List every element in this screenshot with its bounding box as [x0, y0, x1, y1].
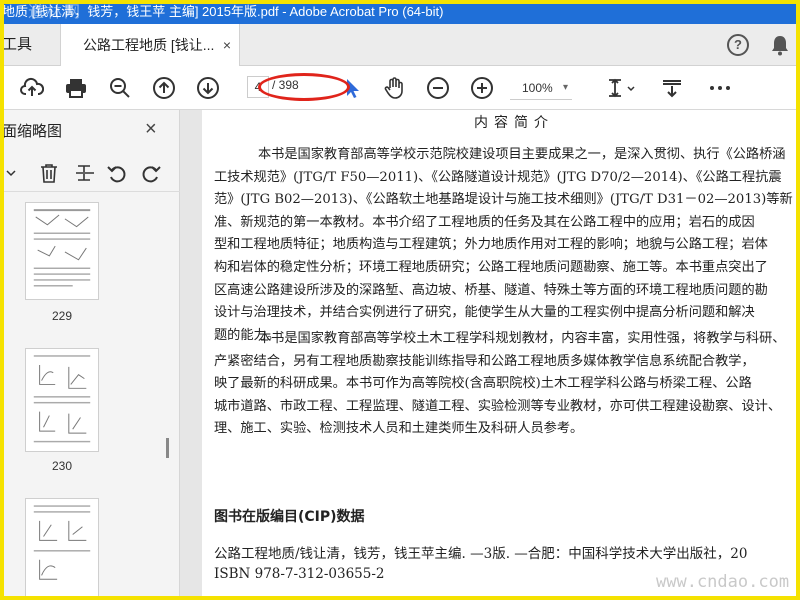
text-line: 城市道路、市政工程、工程监理、隧道工程、实验检测等专业教材，亦可供工程建设勘察、… [214, 398, 782, 414]
main-toolbar: 4 / 398 100% ▾ [0, 66, 800, 110]
site-watermark-footer: www.cndao.com [656, 572, 790, 592]
text-line: 产紧密结合，另有工程地质勘察技能训练指导和公路工程地质多媒体教学信息系统配合教学… [214, 353, 755, 369]
rotate-counterclockwise-icon[interactable] [106, 162, 130, 186]
page-thumbnail[interactable] [25, 202, 99, 300]
help-icon[interactable]: ? [727, 34, 749, 56]
scroll-mode-icon[interactable] [658, 74, 686, 102]
text-line: 本书是国家教育部高等学校示范院校建设项目主要成果之一，是深入贯彻、执行《公路桥涵 [258, 147, 786, 162]
zoom-out-magnifier-icon[interactable] [106, 74, 134, 102]
thumbnail-toolbar [0, 158, 180, 192]
text-line: 映了最新的科研成果。本书可作为高等院校(含高职院校)土木工程学科公路与桥梁工程、… [214, 376, 752, 392]
panel-close-icon[interactable]: × [145, 118, 157, 141]
upload-cloud-icon[interactable] [18, 74, 46, 102]
zoom-level-value: 100% [522, 81, 553, 95]
text-line: 工技术规范》(JTG/T F50—2011)、《公路隧道设计规范》(JTG D7… [214, 169, 782, 185]
cip-heading: 图书在版编目(CIP)数据 [214, 509, 365, 525]
page-heading: 内容简介 [474, 115, 554, 131]
zoom-out-icon[interactable] [424, 74, 452, 102]
zoom-in-icon[interactable] [468, 74, 496, 102]
text-line: 构和岩体的稳定性分析；环境工程地质研究；公路工程地质问题勘察、施工等。本书重点突… [214, 259, 768, 275]
tab-close-icon[interactable]: × [223, 24, 231, 66]
text-line: 本书是国家教育部高等学校土木工程学科规划教材，内容丰富，实用性强，将教学与科研、 [258, 331, 786, 346]
rotate-clockwise-icon[interactable] [140, 162, 164, 186]
zoom-level-select[interactable]: 100% ▾ [510, 76, 572, 100]
thumbnail-page-number: 229 [51, 309, 73, 323]
title-bar: 地质 [钱让清，钱芳，钱王苹 主编] 2015年版.pdf - Adobe Ac… [0, 0, 800, 24]
text-line: 准、新规范的第一本教材。本书介绍了工程地质的任务及其在公路工程中的应用；岩石的成… [214, 214, 755, 230]
page-thumbnail[interactable] [25, 348, 99, 452]
panel-title: 面缩略图 [2, 123, 63, 140]
print-icon[interactable] [62, 74, 90, 102]
scrollbar-thumb[interactable] [166, 438, 169, 458]
document-viewer[interactable]: 内容简介 本书是国家教育部高等学校示范院校建设项目主要成果之一，是深入贯彻、执行… [180, 110, 800, 600]
text-line: 型和工程地质特征；地质构造与工程建筑；外力地质作用对工程的影响；地貌与公路工程；… [214, 237, 768, 253]
next-page-icon[interactable] [194, 74, 222, 102]
text-line: 设计与治理技术，并结合实例进行了研究，能使学生从大量的工程实例中提高分析问题和解… [214, 305, 755, 321]
text-line: 理、施工、实验、检测技术人员和土建类师生及科研人员参考。 [214, 421, 584, 437]
page-display-icon[interactable] [604, 74, 638, 102]
cip-isbn: ISBN 978-7-312-03655-2 [214, 566, 385, 582]
previous-page-icon[interactable] [150, 74, 178, 102]
cip-citation: 公路工程地质/钱让清，钱芳，钱王苹主编. —3版. —合肥：中国科学技术大学出版… [214, 546, 748, 562]
text-line: 范》(JTG B02—2013)、《公路软土地基路堤设计与施工技术细则》(JTG… [214, 192, 793, 208]
page-thumbnails-panel: 面缩略图 × 229 230 [0, 110, 180, 600]
tab-bar: 工具 公路工程地质 [钱让... × [0, 24, 800, 67]
tab-tools[interactable]: 工具 [0, 24, 60, 66]
highlight-annotation-oval [258, 73, 350, 101]
paragraph-intro: 本书是国家教育部高等学校示范院校建设项目主要成果之一，是深入贯彻、执行《公路桥涵… [214, 144, 796, 347]
extract-page-icon[interactable] [74, 162, 98, 186]
more-options-icon[interactable] [706, 74, 734, 102]
site-watermark: 道林网 [28, 4, 83, 21]
chevron-down-icon: ▾ [562, 82, 568, 93]
pdf-page: 内容简介 本书是国家教育部高等学校示范院校建设项目主要成果之一，是深入贯彻、执行… [202, 110, 800, 600]
tab-document[interactable]: 公路工程地质 [钱让... × [60, 24, 240, 67]
thumbnail-scrollbar[interactable] [164, 208, 170, 588]
text-line: 区高速公路建设所涉及的深路堑、高边坡、桥基、隧道、特殊土等方面的环境工程地质问题… [214, 282, 768, 298]
page-thumbnail[interactable] [25, 498, 99, 600]
thumbnail-page-number: 230 [51, 459, 73, 473]
hand-tool-icon[interactable] [380, 74, 408, 102]
delete-page-icon[interactable] [38, 162, 62, 186]
tab-document-label: 公路工程地质 [钱让... [83, 37, 215, 53]
options-chevron-icon[interactable] [0, 162, 16, 186]
bell-icon[interactable] [770, 34, 790, 56]
paragraph-usage: 本书是国家教育部高等学校土木工程学科规划教材，内容丰富，实用性强，将教学与科研、… [214, 328, 796, 441]
